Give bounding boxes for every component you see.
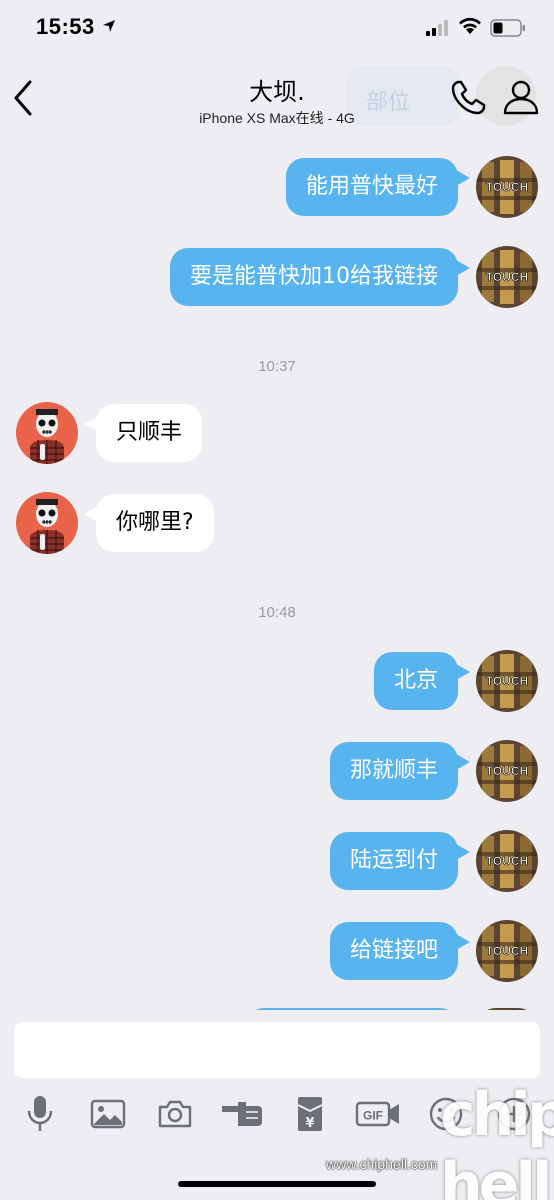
bubble-tail [456,934,470,950]
microphone-icon[interactable] [18,1092,62,1136]
location-arrow-icon [102,18,116,37]
status-bar: 15:53 [0,0,554,58]
wifi-icon [458,17,482,39]
outgoing-message-bubble[interactable]: 给链接吧 [329,922,458,980]
status-time: 15:53 [36,14,95,39]
cellular-signal-icon [426,20,450,40]
image-icon[interactable] [86,1092,130,1136]
poke-hand-icon[interactable] [220,1092,264,1136]
message-row: 那就顺丰 TOUCH [0,740,554,804]
message-row: 能用普快最好 TOUCH [0,156,554,220]
bubble-tail [456,260,470,276]
phone-call-icon[interactable] [450,78,488,120]
message-row: 要是能普快加10给我链接 TOUCH [0,246,554,310]
message-row: 只顺丰 [0,402,554,466]
red-packet-icon[interactable]: ¥ [288,1092,332,1136]
incoming-message-bubble[interactable]: 只顺丰 [96,404,203,462]
svg-text:TOUCH: TOUCH [486,854,528,868]
gif-icon[interactable]: GIF [354,1092,402,1136]
self-avatar[interactable]: TOUCH [476,156,538,218]
svg-text:TOUCH: TOUCH [486,270,528,284]
contact-avatar[interactable] [16,402,78,464]
bubble-tail [456,170,470,186]
message-row: 你哪里? [0,492,554,556]
self-avatar[interactable]: TOUCH [476,740,538,802]
incoming-message-bubble[interactable]: 你哪里? [96,494,214,552]
outgoing-message-bubble[interactable]: 陆运到付 [329,832,458,890]
chat-area[interactable]: 能用普快最好 TOUCH 要是能普快加10给我链接 TOUCH 10:37 只顺… [0,136,554,1020]
outgoing-message-bubble[interactable]: 能用普快最好 [285,158,458,216]
message-timestamp: 10:48 [258,604,296,621]
bubble-tail [456,664,470,680]
svg-text:TOUCH: TOUCH [486,674,528,688]
self-avatar[interactable]: TOUCH [476,920,538,982]
svg-text:GIF: GIF [363,1109,383,1123]
svg-text:TOUCH: TOUCH [486,944,528,958]
watermark-logo: chip hell [440,1080,554,1200]
message-timestamp: 10:37 [258,358,296,375]
nav-bar: 部位 大坝. iPhone XS Max在线 - 4G [0,58,554,136]
bubble-tail [456,844,470,860]
message-row: 北京 TOUCH [0,650,554,714]
message-row: 给链接吧 TOUCH [0,920,554,984]
svg-text:TOUCH: TOUCH [486,764,528,778]
outgoing-message-bubble[interactable]: 北京 [373,652,458,710]
contact-profile-icon[interactable] [502,78,540,120]
self-avatar[interactable]: TOUCH [476,830,538,892]
outgoing-message-bubble[interactable]: 要是能普快加10给我链接 [170,248,458,306]
self-avatar[interactable]: TOUCH [476,246,538,308]
watermark-url: www.chiphell.com [326,1156,438,1172]
svg-text:TOUCH: TOUCH [486,180,528,194]
self-avatar[interactable]: TOUCH [476,650,538,712]
svg-text:¥: ¥ [305,1116,314,1131]
home-indicator [178,1181,376,1187]
bubble-tail [456,754,470,770]
contact-avatar[interactable] [16,492,78,554]
message-row: 陆运到付 TOUCH [0,830,554,894]
message-input[interactable] [14,1022,540,1078]
battery-icon [490,19,526,41]
camera-icon[interactable] [153,1092,197,1136]
outgoing-message-bubble[interactable]: 那就顺丰 [329,742,458,800]
